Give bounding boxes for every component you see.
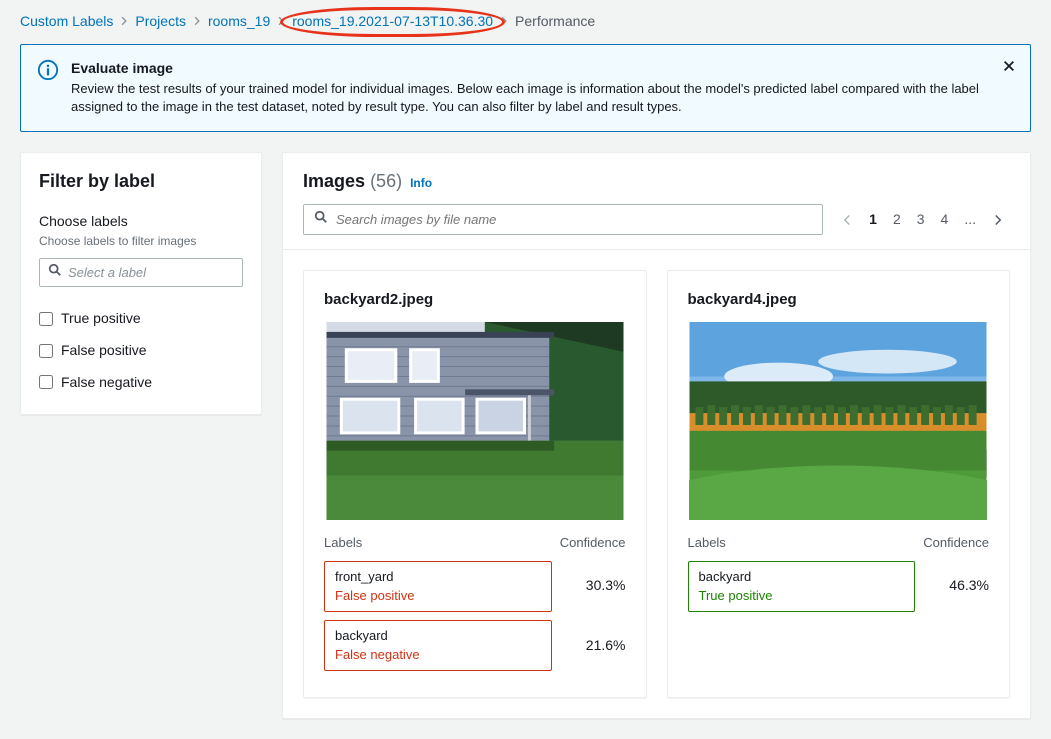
images-info-link[interactable]: Info: [410, 175, 432, 192]
label-chip[interactable]: backyard False negative: [324, 620, 552, 671]
label-result: False positive: [335, 587, 541, 605]
chevron-right-icon: [992, 214, 1004, 226]
filter-title: Filter by label: [39, 169, 243, 194]
label-select[interactable]: Select a label: [39, 258, 243, 287]
images-title: Images (56): [303, 169, 402, 194]
banner-body: Review the test results of your trained …: [71, 80, 1014, 116]
breadcrumb-current: Performance: [515, 12, 595, 32]
page-3[interactable]: 3: [911, 206, 931, 234]
page-2[interactable]: 2: [887, 206, 907, 234]
info-banner: Evaluate image Review the test results o…: [20, 44, 1031, 132]
label-row: backyard True positive 46.3%: [688, 561, 990, 612]
label-row: backyard False negative 21.6%: [324, 620, 626, 671]
label-name: front_yard: [335, 568, 541, 586]
image-card: backyard4.jpeg: [667, 270, 1011, 698]
label-chip[interactable]: front_yard False positive: [324, 561, 552, 612]
label-select-placeholder: Select a label: [68, 264, 146, 282]
label-result: True positive: [699, 587, 905, 605]
image-filename: backyard4.jpeg: [688, 289, 990, 310]
search-icon: [48, 263, 62, 282]
images-count: (56): [370, 171, 402, 191]
chevron-right-icon: [499, 12, 509, 32]
page-1[interactable]: 1: [863, 206, 883, 234]
filter-false-positive[interactable]: False positive: [39, 335, 243, 367]
labels-column-header: Labels: [688, 534, 726, 552]
label-name: backyard: [335, 627, 541, 645]
chevron-right-icon: [192, 12, 202, 32]
chevron-left-icon: [841, 214, 853, 226]
chevron-right-icon: [119, 12, 129, 32]
image-thumbnail[interactable]: [326, 322, 624, 520]
checkbox-false-negative[interactable]: [39, 375, 53, 389]
page-prev-button[interactable]: [835, 210, 859, 230]
confidence-column-header: Confidence: [923, 534, 989, 552]
search-icon: [314, 210, 328, 230]
breadcrumb-model-version[interactable]: rooms_19.2021-07-13T10.36.30: [292, 13, 493, 29]
page-ellipsis: ...: [958, 206, 982, 234]
chevron-right-icon: [276, 12, 286, 32]
label-name: backyard: [699, 568, 905, 586]
label-confidence: 46.3%: [929, 576, 989, 596]
close-icon: [1002, 60, 1016, 77]
checkbox-false-positive[interactable]: [39, 344, 53, 358]
confidence-column-header: Confidence: [560, 534, 626, 552]
search-field[interactable]: [336, 212, 812, 227]
filter-option-label: False positive: [61, 341, 147, 361]
breadcrumb-custom-labels[interactable]: Custom Labels: [20, 12, 113, 32]
info-icon: [37, 59, 59, 117]
page-4[interactable]: 4: [935, 206, 955, 234]
breadcrumb-projects[interactable]: Projects: [135, 12, 186, 32]
main-content: Images (56) Info: [282, 152, 1031, 720]
breadcrumb-rooms19[interactable]: rooms_19: [208, 12, 270, 32]
choose-labels-desc: Choose labels to filter images: [39, 233, 243, 250]
filter-true-positive[interactable]: True positive: [39, 303, 243, 335]
label-confidence: 30.3%: [566, 576, 626, 596]
checkbox-true-positive[interactable]: [39, 312, 53, 326]
filter-false-negative[interactable]: False negative: [39, 367, 243, 399]
filter-sidebar: Filter by label Choose labels Choose lab…: [20, 152, 262, 416]
image-filename: backyard2.jpeg: [324, 289, 626, 310]
filter-option-label: False negative: [61, 373, 152, 393]
image-thumbnail[interactable]: [689, 322, 987, 520]
labels-column-header: Labels: [324, 534, 362, 552]
filter-option-label: True positive: [61, 309, 141, 329]
label-row: front_yard False positive 30.3%: [324, 561, 626, 612]
breadcrumb: Custom Labels Projects rooms_19 rooms_19…: [0, 0, 1051, 44]
choose-labels-label: Choose labels: [39, 212, 243, 232]
page-next-button[interactable]: [986, 210, 1010, 230]
label-chip[interactable]: backyard True positive: [688, 561, 916, 612]
label-result: False negative: [335, 646, 541, 664]
image-search-input[interactable]: [303, 204, 823, 236]
pagination: 1 2 3 4 ...: [835, 206, 1010, 234]
image-card: backyard2.jpeg: [303, 270, 647, 698]
close-banner-button[interactable]: [998, 55, 1020, 82]
banner-title: Evaluate image: [71, 59, 1014, 79]
